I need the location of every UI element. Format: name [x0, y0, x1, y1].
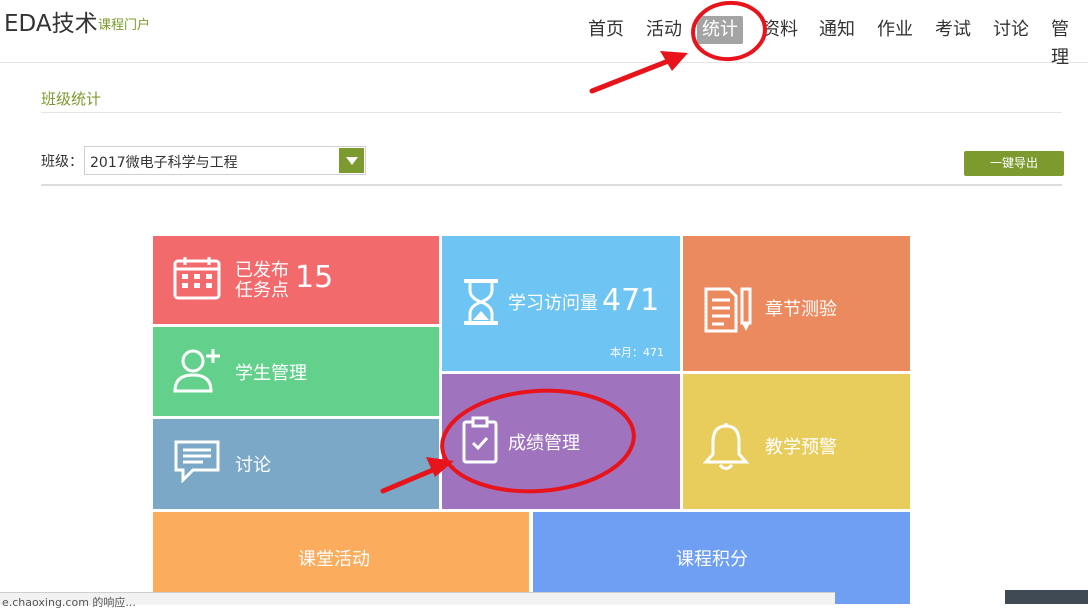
- tile-grades-label: 成绩管理: [508, 433, 580, 454]
- tile-chapter-label: 章节测验: [765, 299, 837, 320]
- tile-course-points[interactable]: 课程积分: [533, 512, 910, 604]
- tile-study-visits[interactable]: 学习访问量 471 本月：471: [442, 236, 680, 371]
- section-title: 班级统计: [41, 90, 102, 108]
- clipboard-check-icon: [462, 416, 498, 464]
- chat-icon: [174, 440, 220, 483]
- tile-discussion[interactable]: 讨论: [153, 419, 439, 509]
- tile-students-label: 学生管理: [235, 363, 307, 384]
- tile-student-management[interactable]: 学生管理: [153, 327, 439, 416]
- nav-item-notifications[interactable]: 通知: [817, 16, 857, 44]
- hourglass-icon: [464, 279, 498, 325]
- tile-points-label: 课程积分: [676, 549, 748, 570]
- class-select[interactable]: 2017微电子科学与工程: [84, 146, 366, 175]
- tile-visits-count: 471: [602, 283, 660, 318]
- tile-warning-label: 教学预警: [765, 437, 837, 458]
- nav-item-statistics[interactable]: 统计: [697, 16, 743, 44]
- tile-discuss-label: 讨论: [235, 455, 271, 476]
- tile-tasks-label-line2: 任务点: [235, 280, 289, 301]
- nav-item-manage[interactable]: 管理: [1049, 16, 1088, 68]
- tile-classroom-label: 课堂活动: [298, 549, 370, 570]
- class-label: 班级：: [41, 154, 83, 170]
- tile-grade-management[interactable]: 成绩管理: [442, 374, 680, 509]
- nav-item-activity[interactable]: 活动: [644, 16, 684, 44]
- main-nav: 首页 活动 统计 资料 通知 作业 考试 讨论 管理: [0, 0, 1088, 68]
- chevron-down-icon[interactable]: [339, 148, 364, 173]
- filter-divider: [41, 184, 1062, 186]
- calendar-icon: [173, 257, 221, 300]
- nav-item-exams[interactable]: 考试: [933, 16, 973, 44]
- export-button[interactable]: 一键导出: [964, 151, 1064, 176]
- bell-icon: [703, 423, 749, 470]
- add-user-icon: [173, 349, 220, 393]
- nav-item-homework[interactable]: 作业: [875, 16, 915, 44]
- nav-item-discussion[interactable]: 讨论: [991, 16, 1031, 44]
- tile-visits-label: 学习访问量: [508, 293, 598, 314]
- tile-classroom-activity[interactable]: 课堂活动: [153, 512, 529, 604]
- tile-published-tasks[interactable]: 已发布 任务点 15: [153, 236, 439, 324]
- document-pencil-icon: [704, 287, 752, 333]
- tile-visits-monthly-note: 本月：471: [610, 346, 664, 359]
- class-select-value: 2017微电子科学与工程: [90, 155, 238, 171]
- top-header: EDA技术 课程门户 首页 活动 统计 资料 通知 作业 考试 讨论 管理: [0, 0, 1088, 68]
- tile-chapter-quiz[interactable]: 章节测验: [683, 236, 910, 371]
- tile-teaching-warning[interactable]: 教学预警: [683, 374, 910, 509]
- nav-item-home[interactable]: 首页: [586, 16, 626, 44]
- tile-tasks-count: 15: [295, 260, 334, 295]
- browser-status-bar: e.chaoxing.com 的响应...: [0, 592, 835, 609]
- status-text: e.chaoxing.com 的响应...: [2, 596, 136, 609]
- system-tray: [1005, 590, 1088, 604]
- section-divider: [41, 112, 1062, 113]
- nav-item-materials[interactable]: 资料: [760, 16, 800, 44]
